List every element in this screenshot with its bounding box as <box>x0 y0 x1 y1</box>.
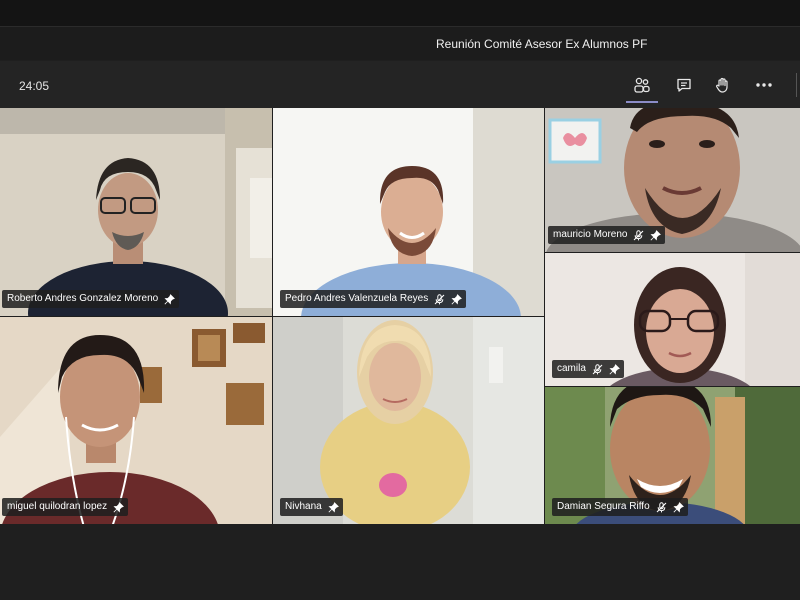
more-options-icon <box>754 76 774 94</box>
video-tile-damian[interactable]: Damian Segura Riffo <box>545 387 800 524</box>
participant-name: mauricio Moreno <box>553 229 628 240</box>
raise-hand-button[interactable] <box>709 71 737 99</box>
mic-off-icon <box>592 363 603 375</box>
pin-icon <box>673 501 684 513</box>
participant-label: camila <box>552 360 624 378</box>
video-feed <box>0 317 272 524</box>
pin-icon <box>328 501 339 513</box>
pin-icon <box>164 293 176 305</box>
bottom-area <box>0 524 800 600</box>
participant-label: miguel quilodran lopez <box>2 498 129 516</box>
raise-hand-icon <box>714 76 732 94</box>
mic-off-icon <box>656 501 667 513</box>
meeting-controls: 24:05 <box>0 61 800 108</box>
mic-off-icon <box>434 293 445 305</box>
more-options-button[interactable] <box>750 71 778 99</box>
participant-label: Nivhana <box>280 498 343 516</box>
participant-name: Pedro Andres Valenzuela Reyes <box>285 293 429 304</box>
pin-icon <box>451 293 463 305</box>
video-feed <box>273 108 544 316</box>
pin-icon <box>609 363 620 375</box>
video-feed <box>273 317 544 524</box>
video-tile-miguel[interactable]: miguel quilodran lopez <box>0 317 272 524</box>
mic-off-icon <box>633 229 644 241</box>
participant-label: Roberto Andres Gonzalez Moreno <box>2 290 180 308</box>
meeting-timer: 24:05 <box>19 79 50 93</box>
participant-name: miguel quilodran lopez <box>7 501 108 512</box>
title-bar: Reunión Comité Asesor Ex Alumnos PF <box>0 0 800 60</box>
pin-icon <box>650 229 662 241</box>
participant-name: camila <box>557 363 586 374</box>
participant-name: Roberto Andres Gonzalez Moreno <box>7 293 159 304</box>
video-grid: Roberto Andres Gonzalez Moreno Pedro And… <box>0 108 800 524</box>
participant-label: Pedro Andres Valenzuela Reyes <box>280 290 467 308</box>
video-tile-pedro[interactable]: Pedro Andres Valenzuela Reyes <box>273 108 544 316</box>
participant-name: Nivhana <box>285 501 322 512</box>
video-feed <box>0 108 272 316</box>
participants-button[interactable] <box>626 71 658 103</box>
chat-button[interactable] <box>670 71 698 99</box>
video-tile-mauricio[interactable]: mauricio Moreno <box>545 108 800 252</box>
pin-icon <box>113 501 125 513</box>
participant-label: mauricio Moreno <box>548 226 666 244</box>
video-tile-camila[interactable]: camila <box>545 253 800 386</box>
video-tile-nivhana[interactable]: Nivhana <box>273 317 544 524</box>
video-tile-roberto[interactable]: Roberto Andres Gonzalez Moreno <box>0 108 272 316</box>
chat-icon <box>675 76 693 94</box>
participant-label: Damian Segura Riffo <box>552 498 688 516</box>
participants-icon <box>633 76 651 94</box>
toolbar-divider <box>796 73 797 97</box>
window-top-strip <box>0 0 800 27</box>
participant-name: Damian Segura Riffo <box>557 501 650 512</box>
meeting-title: Reunión Comité Asesor Ex Alumnos PF <box>436 37 648 51</box>
